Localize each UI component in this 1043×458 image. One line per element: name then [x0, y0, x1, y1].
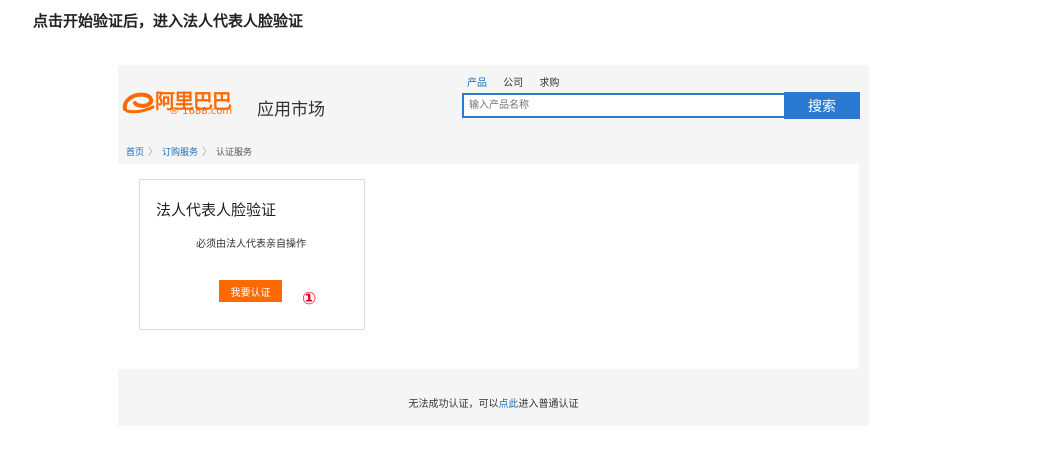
- search-button[interactable]: 搜索: [784, 92, 860, 119]
- footer-text-before: 无法成功认证，可以: [408, 399, 499, 410]
- breadcrumb-current: 认证服务: [216, 148, 253, 158]
- breadcrumb-order-service[interactable]: 订购服务: [162, 148, 198, 158]
- footer-link[interactable]: 点此: [499, 399, 519, 410]
- card-subtitle: 必须由法人代表亲自操作: [196, 239, 306, 250]
- tab-products[interactable]: 产品: [467, 78, 487, 89]
- step-marker: ①: [302, 289, 317, 309]
- footer-note: 无法成功认证，可以点此进入普通认证: [118, 395, 869, 410]
- face-verification-card: 法人代表人脸验证 必须由法人代表亲自操作 我要认证 ①: [139, 179, 365, 330]
- tab-companies[interactable]: 公司: [503, 78, 523, 89]
- breadcrumb-separator: 〉: [202, 147, 213, 158]
- tab-buying[interactable]: 求购: [539, 78, 559, 89]
- alibaba-smile-icon: [122, 92, 155, 114]
- search-tabs: 产品 公司 求购: [467, 74, 572, 89]
- content-panel: 法人代表人脸验证 必须由法人代表亲自操作 我要认证 ①: [118, 164, 859, 369]
- app-frame: 阿里巴巴 ® 1688.com 应用市场 产品 公司 求购 搜索 首页〉订购服务…: [118, 65, 869, 426]
- alibaba-logo[interactable]: 阿里巴巴 ® 1688.com: [121, 85, 241, 119]
- logo-subtext: ® 1688.com: [169, 106, 233, 117]
- app-market-title: 应用市场: [257, 100, 325, 120]
- breadcrumb: 首页〉订购服务〉认证服务: [126, 143, 252, 158]
- breadcrumb-separator: 〉: [148, 147, 159, 158]
- search-input[interactable]: [462, 93, 784, 118]
- verify-button[interactable]: 我要认证: [219, 280, 282, 302]
- card-title: 法人代表人脸验证: [156, 201, 277, 219]
- instruction-text: 点击开始验证后，进入法人代表人脸验证: [33, 12, 304, 30]
- breadcrumb-home[interactable]: 首页: [126, 148, 144, 158]
- footer-text-after: 进入普通认证: [518, 399, 579, 410]
